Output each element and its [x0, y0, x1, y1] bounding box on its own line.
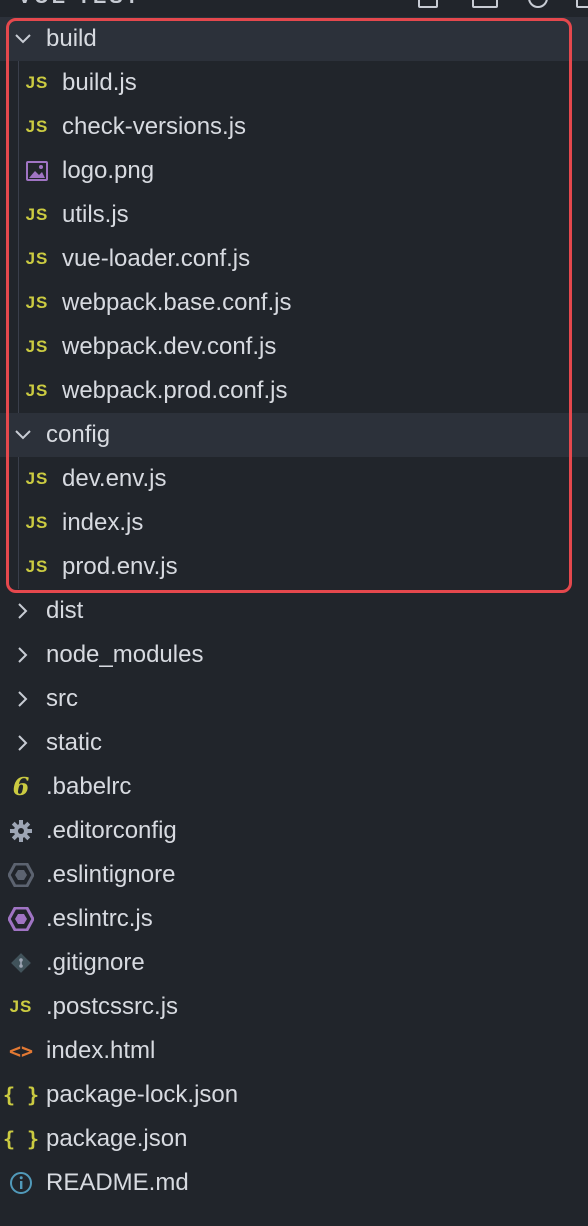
gear-icon	[6, 809, 36, 853]
file-label: check-versions.js	[62, 113, 247, 140]
file-label: webpack.prod.conf.js	[62, 377, 288, 404]
file-label: package.json	[46, 1125, 188, 1152]
folder-build[interactable]: build	[0, 17, 588, 61]
file-label: .babelrc	[46, 773, 132, 800]
file-label: webpack.base.conf.js	[62, 289, 292, 316]
folder-src[interactable]: src	[0, 677, 588, 721]
folder-config[interactable]: config	[0, 413, 588, 457]
file-label: .gitignore	[46, 949, 145, 976]
html-file-icon: <>	[8, 1039, 34, 1063]
folder-node-modules[interactable]: node_modules	[0, 633, 588, 677]
json-file-icon: { }	[2, 1083, 40, 1107]
json-file-icon: { }	[2, 1127, 40, 1151]
js-file-icon: JS	[25, 513, 49, 532]
js-file-icon: JS	[25, 557, 49, 576]
js-file-icon: JS	[25, 249, 49, 268]
file-readme-md[interactable]: README.md	[0, 1161, 588, 1205]
eslint-ignore-icon	[6, 853, 36, 897]
folder-static[interactable]: static	[0, 721, 588, 765]
refresh-icon[interactable]	[528, 0, 548, 8]
eslint-icon	[6, 897, 36, 941]
js-file-icon: JS	[25, 469, 49, 488]
chevron-right-icon	[10, 721, 36, 765]
new-folder-icon[interactable]	[472, 0, 498, 8]
folder-label: dist	[46, 597, 84, 624]
file-tree: build JS build.js JS check-versions.js l…	[0, 17, 588, 1205]
file-label: .postcssrc.js	[46, 993, 179, 1020]
file-logo-png[interactable]: logo.png	[0, 149, 588, 193]
explorer-title: VUE-TEST	[18, 0, 141, 9]
file-label: .editorconfig	[46, 817, 177, 844]
git-icon	[6, 941, 36, 985]
folder-label: config	[46, 421, 111, 448]
js-file-icon: JS	[25, 73, 49, 92]
file-label: index.html	[46, 1037, 156, 1064]
new-file-icon[interactable]	[418, 0, 438, 8]
file-eslintignore[interactable]: .eslintignore	[0, 853, 588, 897]
file-utils-js[interactable]: JS utils.js	[0, 193, 588, 237]
file-label: logo.png	[62, 157, 155, 184]
file-label: README.md	[46, 1169, 189, 1196]
info-icon	[6, 1161, 36, 1205]
file-vue-loader-conf-js[interactable]: JS vue-loader.conf.js	[0, 237, 588, 281]
folder-label: static	[46, 729, 103, 756]
file-label: .eslintrc.js	[46, 905, 153, 932]
file-eslintrc-js[interactable]: .eslintrc.js	[0, 897, 588, 941]
js-file-icon: JS	[25, 381, 49, 400]
file-webpack-base-conf-js[interactable]: JS webpack.base.conf.js	[0, 281, 588, 325]
file-babelrc[interactable]: 6 .babelrc	[0, 765, 588, 809]
folder-label: node_modules	[46, 641, 204, 668]
file-webpack-prod-conf-js[interactable]: JS webpack.prod.conf.js	[0, 369, 588, 413]
folder-label: build	[46, 25, 97, 52]
js-file-icon: JS	[25, 117, 49, 136]
image-file-icon	[22, 149, 52, 193]
chevron-down-icon	[10, 17, 36, 61]
file-label: webpack.dev.conf.js	[62, 333, 277, 360]
file-dev-env-js[interactable]: JS dev.env.js	[0, 457, 588, 501]
file-webpack-dev-conf-js[interactable]: JS webpack.dev.conf.js	[0, 325, 588, 369]
chevron-right-icon	[10, 633, 36, 677]
file-index-js[interactable]: JS index.js	[0, 501, 588, 545]
folder-label: src	[46, 685, 78, 712]
file-label: build.js	[62, 69, 137, 96]
file-prod-env-js[interactable]: JS prod.env.js	[0, 545, 588, 589]
file-label: vue-loader.conf.js	[62, 245, 251, 272]
file-package-lock-json[interactable]: { } package-lock.json	[0, 1073, 588, 1117]
file-label: dev.env.js	[62, 465, 167, 492]
chevron-right-icon	[10, 589, 36, 633]
file-label: prod.env.js	[62, 553, 178, 580]
file-package-json[interactable]: { } package.json	[0, 1117, 588, 1161]
babel-icon: 6	[12, 772, 30, 801]
explorer-header: VUE-TEST	[0, 0, 588, 16]
file-build-js[interactable]: JS build.js	[0, 61, 588, 105]
js-file-icon: JS	[25, 337, 49, 356]
js-file-icon: JS	[9, 997, 33, 1016]
file-postcssrc-js[interactable]: JS .postcssrc.js	[0, 985, 588, 1029]
file-gitignore[interactable]: .gitignore	[0, 941, 588, 985]
collapse-all-icon[interactable]	[576, 0, 588, 8]
file-label: utils.js	[62, 201, 129, 228]
file-label: .eslintignore	[46, 861, 176, 888]
folder-dist[interactable]: dist	[0, 589, 588, 633]
file-label: index.js	[62, 509, 144, 536]
chevron-right-icon	[10, 677, 36, 721]
file-check-versions-js[interactable]: JS check-versions.js	[0, 105, 588, 149]
file-label: package-lock.json	[46, 1081, 239, 1108]
chevron-down-icon	[10, 413, 36, 457]
js-file-icon: JS	[25, 293, 49, 312]
file-editorconfig[interactable]: .editorconfig	[0, 809, 588, 853]
js-file-icon: JS	[25, 205, 49, 224]
file-index-html[interactable]: <> index.html	[0, 1029, 588, 1073]
